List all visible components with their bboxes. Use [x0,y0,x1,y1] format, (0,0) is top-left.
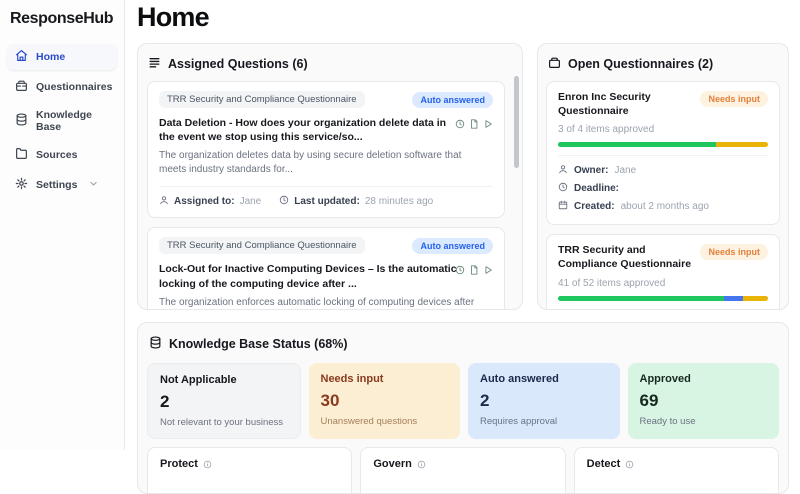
stat-desc: Not relevant to your business [160,417,288,428]
status-badge: Auto answered [412,92,493,108]
progress-text: 3 of 4 items approved [558,124,768,135]
sidebar-item-questionnaires[interactable]: Questionnaires [7,74,117,100]
stat-value: 2 [480,391,608,411]
stat-label: Not Applicable [160,374,288,386]
panel-title: Knowledge Base Status (68%) [169,337,348,351]
questionnaires-icon [15,79,28,95]
progress-bar [558,142,768,147]
gear-icon [15,177,28,193]
questionnaire-badge: TRR Security and Compliance Questionnair… [159,237,365,254]
panel-title: Assigned Questions (6) [168,57,308,71]
info-icon[interactable] [417,460,426,469]
assigned-to-value: Jane [240,196,262,207]
questionnaire-card[interactable]: Enron Inc Security Questionnaire Needs i… [546,81,780,225]
stat-desc: Requires approval [480,416,608,427]
framework-label: Protect [160,458,198,470]
person-icon [159,195,169,208]
calendar-icon [558,200,568,213]
stat-label: Auto answered [480,373,608,385]
sidebar-item-label: Sources [36,149,77,161]
question-card[interactable]: TRR Security and Compliance Questionnair… [147,227,505,310]
home-icon [15,49,28,65]
history-icon[interactable] [455,119,465,129]
stat-auto-answered: Auto answered 2 Requires approval [468,363,620,439]
question-title: Lock-Out for Inactive Computing Devices … [159,262,493,290]
sidebar-item-knowledge-base[interactable]: Knowledge Base [7,104,117,138]
stat-approved: Approved 69 Ready to use [628,363,780,439]
progress-bar [558,296,768,301]
sidebar: ResponseHub Home Questionnaires Knowledg… [0,0,125,450]
database-icon [15,113,28,129]
sidebar-item-home[interactable]: Home [7,44,117,70]
scrollbar-thumb[interactable] [514,76,519,168]
info-icon[interactable] [625,460,634,469]
open-questionnaires-panel: Open Questionnaires (2) Enron Inc Securi… [537,43,789,310]
knowledge-base-status-panel: Knowledge Base Status (68%) Not Applicab… [137,322,789,494]
main-content: Home Assigned Questions (6) TRR Security… [125,0,800,450]
owner-value: Jane [614,165,636,176]
person-icon [558,164,568,177]
sidebar-item-label: Home [36,51,65,63]
list-icon [148,56,161,72]
sidebar-item-label: Settings [36,179,77,191]
document-icon[interactable] [469,265,479,275]
questionnaire-card[interactable]: TRR Security and Compliance Questionnair… [546,234,780,310]
progress-text: 41 of 52 items approved [558,278,768,289]
sidebar-item-sources[interactable]: Sources [7,142,117,168]
page-title: Home [137,2,789,33]
open-questionnaires-header: Open Questionnaires (2) [546,52,780,81]
clock-icon [279,195,289,208]
questionnaire-badge: TRR Security and Compliance Questionnair… [159,91,365,108]
inbox-icon [548,56,561,72]
chevron-down-icon [89,179,98,191]
status-badge: Needs input [700,244,768,260]
stat-desc: Unanswered questions [321,416,449,427]
stat-desc: Ready to use [640,416,768,427]
info-icon[interactable] [203,460,212,469]
framework-card-govern[interactable]: Govern [360,447,565,494]
framework-label: Govern [373,458,412,470]
stat-needs-input: Needs input 30 Unanswered questions [309,363,461,439]
sidebar-item-label: Knowledge Base [36,109,109,133]
stat-value: 30 [321,391,449,411]
framework-label: Detect [587,458,621,470]
stat-value: 2 [160,392,288,412]
kb-status-header: Knowledge Base Status (68%) [147,332,779,361]
stat-value: 69 [640,391,768,411]
stat-label: Approved [640,373,768,385]
document-icon[interactable] [469,119,479,129]
owner-label: Owner: [574,165,608,176]
framework-card-protect[interactable]: Protect [147,447,352,494]
question-title: Data Deletion - How does your organizati… [159,116,493,144]
questionnaire-title: TRR Security and Compliance Questionnair… [558,244,694,271]
question-answer: The organization enforces automatic lock… [159,296,493,310]
question-answer: The organization deletes data by using s… [159,149,493,177]
created-value: about 2 months ago [621,201,709,212]
database-icon [149,336,162,352]
play-icon[interactable] [483,119,493,129]
created-label: Created: [574,201,615,212]
assigned-questions-panel: Assigned Questions (6) TRR Security and … [137,43,523,310]
framework-card-detect[interactable]: Detect [574,447,779,494]
assigned-questions-header: Assigned Questions (6) [146,52,514,81]
last-updated-value: 28 minutes ago [365,196,433,207]
status-badge: Auto answered [412,238,493,254]
stat-not-applicable: Not Applicable 2 Not relevant to your bu… [147,363,301,439]
history-icon[interactable] [455,265,465,275]
app-logo: ResponseHub [7,8,117,44]
panel-title: Open Questionnaires (2) [568,57,713,71]
clock-icon [558,182,568,195]
last-updated-label: Last updated: [294,196,360,207]
play-icon[interactable] [483,265,493,275]
sidebar-item-label: Questionnaires [36,81,112,93]
folder-icon [15,147,28,163]
assigned-to-label: Assigned to: [174,196,235,207]
status-badge: Needs input [700,91,768,107]
deadline-label: Deadline: [574,183,619,194]
questionnaire-title: Enron Inc Security Questionnaire [558,91,694,118]
question-card[interactable]: TRR Security and Compliance Questionnair… [147,81,505,218]
stat-label: Needs input [321,373,449,385]
sidebar-item-settings[interactable]: Settings [7,172,117,198]
